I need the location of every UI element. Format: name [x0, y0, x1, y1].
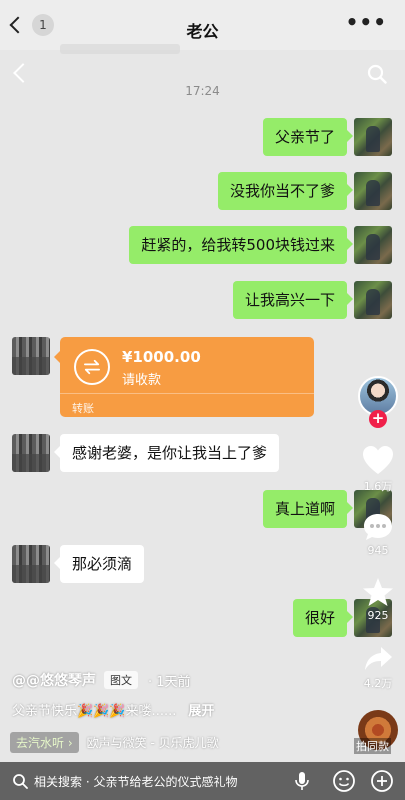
wife-avatar[interactable]: [12, 545, 50, 583]
same-style-label[interactable]: 拍同款: [354, 738, 391, 754]
message-bubble: 那必须滴: [53, 545, 145, 583]
message-bubble: 赶紧的，给我转500块钱过来: [129, 226, 353, 264]
caption-text: 父亲节快乐🎉🎉🎉来喽......: [12, 704, 177, 719]
my-avatar[interactable]: [354, 172, 392, 210]
post-author-row: @@悠悠琴声 图文 · 1天前: [12, 670, 191, 690]
post-type-tag: 图文: [104, 671, 138, 689]
related-search-text: 相关搜索 · 父亲节给老公的仪式感礼物: [34, 775, 238, 789]
message-bubble: 没我你当不了爹: [217, 172, 354, 210]
message-bubble: 父亲节了: [262, 118, 354, 156]
chat-top-bar: 1 老公 •••: [0, 6, 405, 54]
music-title[interactable]: 欧声与微笑 - 贝乐虎儿歌: [87, 734, 219, 751]
share-icon: [365, 647, 392, 670]
search-icon: [13, 774, 28, 789]
my-avatar[interactable]: [354, 226, 392, 264]
favorite-button[interactable]: 925: [352, 577, 404, 622]
post-time: · 1天前: [148, 674, 191, 690]
my-avatar[interactable]: [354, 118, 392, 156]
listen-chip[interactable]: 去汽水听 ›: [10, 732, 79, 753]
author-name[interactable]: @@悠悠琴声: [12, 670, 96, 690]
message-bubble: 感谢老婆，是你让我当上了爹: [53, 434, 280, 472]
message-bubble: 真上道啊: [262, 490, 354, 528]
faded-header-strip: [60, 44, 180, 54]
my-avatar[interactable]: [354, 281, 392, 319]
transfer-amount: ¥1000.00: [122, 348, 201, 366]
chat-title: 老公: [186, 22, 219, 41]
follow-button[interactable]: +: [369, 410, 387, 428]
favorite-count: 925: [367, 609, 389, 622]
share-button[interactable]: 4.2万: [352, 645, 404, 691]
star-icon: [363, 578, 393, 606]
like-button[interactable]: 1.6万: [352, 444, 404, 494]
add-icon[interactable]: [370, 769, 394, 793]
search-icon[interactable]: [367, 64, 387, 84]
transfer-icon: [74, 349, 110, 385]
message-bubble: 让我高兴一下: [232, 281, 354, 319]
like-count: 1.6万: [363, 480, 393, 493]
expand-link[interactable]: 展开: [188, 704, 214, 719]
emoji-icon[interactable]: [332, 769, 356, 793]
transfer-footer: 转账: [60, 393, 314, 417]
message-timestamp: 17:24: [185, 84, 220, 98]
transfer-label: 转账: [72, 402, 94, 415]
related-search-bar[interactable]: 相关搜索 · 父亲节给老公的仪式感礼物: [0, 762, 405, 800]
video-back-icon[interactable]: [13, 63, 33, 83]
music-row: 去汽水听 › 欧声与微笑 - 贝乐虎儿歌: [10, 732, 219, 753]
microphone-icon[interactable]: [290, 769, 314, 793]
transfer-card[interactable]: ¥1000.00 请收款 转账: [54, 337, 314, 417]
transfer-status: 请收款: [122, 373, 162, 388]
comment-icon: [364, 514, 392, 540]
comment-button[interactable]: 945: [352, 512, 404, 557]
comment-count: 945: [367, 544, 389, 557]
more-icon[interactable]: •••: [346, 10, 387, 34]
post-caption: 父亲节快乐🎉🎉🎉来喽...... 展开: [12, 700, 214, 719]
wife-avatar[interactable]: [12, 434, 50, 472]
heart-icon: [363, 446, 393, 474]
message-bubble: 很好: [292, 599, 354, 637]
wife-avatar[interactable]: [12, 337, 50, 375]
share-count: 4.2万: [363, 677, 393, 690]
